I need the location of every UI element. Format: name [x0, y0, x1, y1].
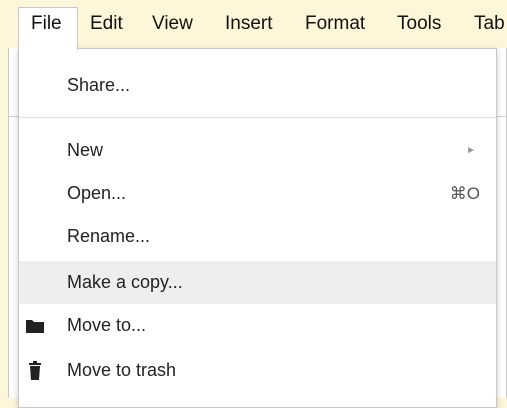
menu-table[interactable]: Tab	[474, 8, 505, 40]
menu-edit[interactable]: Edit	[90, 8, 123, 40]
menu-tools[interactable]: Tools	[397, 8, 441, 40]
menu-item-label: Move to...	[67, 315, 147, 335]
menu-view[interactable]: View	[152, 8, 193, 40]
menu-separator	[19, 117, 496, 118]
folder-icon	[26, 320, 44, 333]
menu-insert[interactable]: Insert	[225, 8, 273, 40]
menu-item-make-a-copy[interactable]: Make a copy...	[19, 261, 496, 304]
menu-item-move-to-trash[interactable]: Move to trash	[19, 349, 496, 392]
menu-item-label: Rename...	[67, 226, 151, 246]
page-divider-left	[8, 116, 18, 117]
page-divider-right	[497, 116, 507, 117]
menu-item-new[interactable]: New ►	[19, 129, 496, 172]
menu-item-move-to[interactable]: Move to...	[19, 304, 496, 347]
page-edge-right	[497, 48, 507, 398]
trash-icon	[29, 361, 41, 380]
menu-item-open[interactable]: Open... ⌘O	[19, 172, 496, 215]
page-edge-left	[8, 48, 18, 398]
file-menu-dropdown: Share... New ► Open... ⌘O Rename... Make…	[18, 48, 497, 408]
menu-file[interactable]: File	[18, 7, 78, 50]
submenu-arrow-icon: ►	[466, 145, 476, 156]
menu-item-label: Share...	[67, 75, 131, 95]
menu-item-share[interactable]: Share...	[19, 64, 496, 107]
menu-format[interactable]: Format	[305, 8, 365, 40]
menu-item-label: Move to trash	[67, 360, 177, 380]
menu-item-rename[interactable]: Rename...	[19, 215, 496, 258]
menu-item-label: New	[67, 140, 104, 160]
menu-bar: File Edit View Insert Format Tools Tab	[0, 0, 507, 50]
menu-item-shortcut: ⌘O	[449, 184, 480, 203]
menu-item-label: Make a copy...	[67, 272, 183, 292]
menu-item-label: Open...	[67, 183, 127, 203]
